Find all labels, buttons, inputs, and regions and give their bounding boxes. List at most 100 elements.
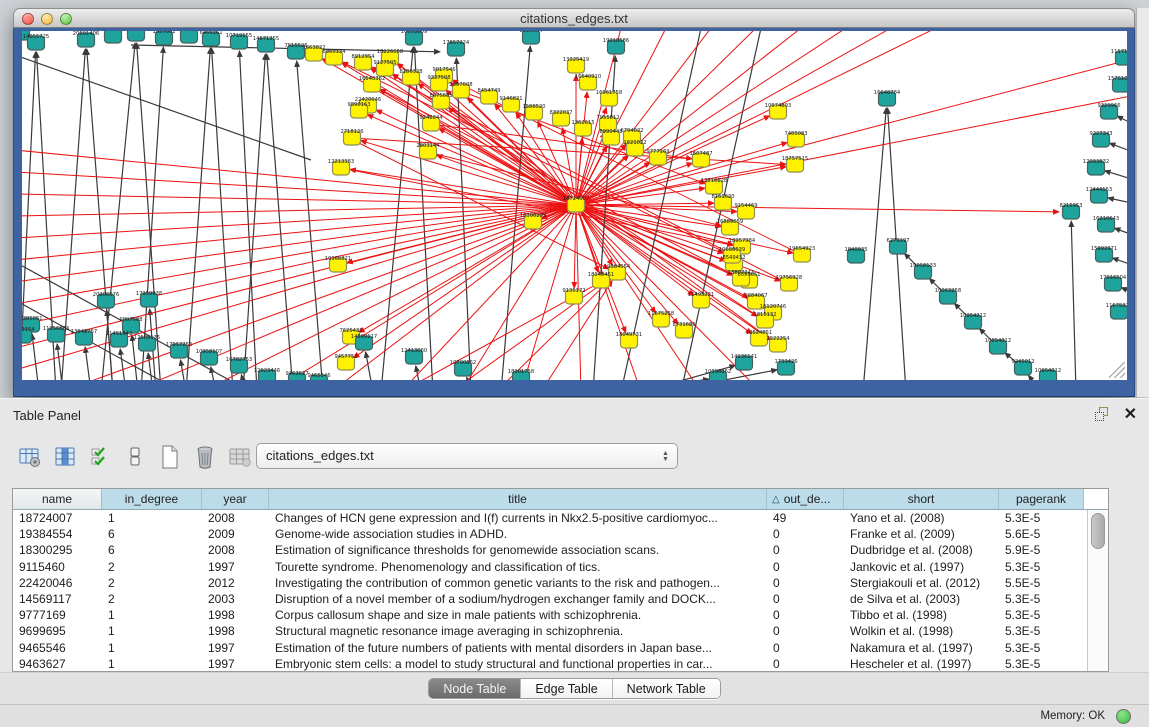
table-cell[interactable]: Structural magnetic resonance image aver… xyxy=(269,623,767,639)
table-cell[interactable]: 5.6E-5 xyxy=(999,526,1084,542)
column-header-in_degree[interactable]: in_degree xyxy=(102,489,202,509)
table-cell[interactable]: Changes of HCN gene expression and I(f) … xyxy=(269,510,767,526)
table-cell[interactable]: 5.3E-5 xyxy=(999,656,1084,672)
table-cell[interactable]: 18300295 xyxy=(13,542,102,558)
vertical-scrollbar[interactable] xyxy=(1087,510,1108,671)
table-cell[interactable]: Disruption of a novel member of a sodium… xyxy=(269,591,767,607)
column-header-out_de[interactable]: △out_de... xyxy=(767,489,844,509)
table-cell[interactable]: 2008 xyxy=(202,542,269,558)
table-cell[interactable]: 5.3E-5 xyxy=(999,607,1084,623)
table-cell[interactable]: 5.3E-5 xyxy=(999,591,1084,607)
column-header-year[interactable]: year xyxy=(202,489,269,509)
column-header-short[interactable]: short xyxy=(844,489,999,509)
table-cell[interactable]: 2 xyxy=(102,591,202,607)
table-cell[interactable]: 0 xyxy=(767,591,844,607)
table-cell[interactable]: 2009 xyxy=(202,526,269,542)
table-cell[interactable]: 0 xyxy=(767,656,844,672)
resize-grip-icon[interactable] xyxy=(1109,362,1125,378)
table-cell[interactable]: Investigating the contribution of common… xyxy=(269,575,767,591)
table-cell[interactable]: Stergiakouli et al. (2012) xyxy=(844,575,999,591)
table-cell[interactable]: 1998 xyxy=(202,623,269,639)
table-cell[interactable]: 5.9E-5 xyxy=(999,542,1084,558)
table-cell[interactable]: 5.3E-5 xyxy=(999,623,1084,639)
table-cell[interactable]: 14569117 xyxy=(13,591,102,607)
table-cell[interactable]: Franke et al. (2009) xyxy=(844,526,999,542)
table-cell[interactable]: de Silva et al. (2003) xyxy=(844,591,999,607)
checklist-icon[interactable] xyxy=(88,444,112,470)
new-document-icon[interactable] xyxy=(158,444,182,470)
table-cell[interactable]: Jankovic et al. (1997) xyxy=(844,559,999,575)
table-cell[interactable]: Embryonic stem cells: a model to study s… xyxy=(269,656,767,672)
table-row[interactable]: 946362711997Embryonic stem cells: a mode… xyxy=(13,656,1108,672)
table-row[interactable]: 1938455462009Genome-wide association stu… xyxy=(13,526,1108,542)
table-row[interactable]: 2242004622012Investigating the contribut… xyxy=(13,575,1108,591)
table-cell[interactable]: 1997 xyxy=(202,640,269,656)
table-row[interactable]: 969969511998Structural magnetic resonanc… xyxy=(13,623,1108,639)
column-header-pagerank[interactable]: pagerank xyxy=(999,489,1084,509)
table-cell[interactable]: Estimation of the future numbers of pati… xyxy=(269,640,767,656)
column-selector-icon[interactable] xyxy=(53,444,77,470)
table-cell[interactable]: 1 xyxy=(102,640,202,656)
table-cell[interactable]: 49 xyxy=(767,510,844,526)
table-cell[interactable]: 5.3E-5 xyxy=(999,559,1084,575)
table-cell[interactable]: 19384554 xyxy=(13,526,102,542)
table-cell[interactable]: 1 xyxy=(102,510,202,526)
table-cell[interactable]: 2 xyxy=(102,559,202,575)
scrollbar-thumb[interactable] xyxy=(1091,513,1105,549)
table-cell[interactable]: 0 xyxy=(767,542,844,558)
table-cell[interactable]: Yano et al. (2008) xyxy=(844,510,999,526)
table-cell[interactable]: Genome-wide association studies in ADHD. xyxy=(269,526,767,542)
table-cell[interactable]: 9465546 xyxy=(13,640,102,656)
table-cell[interactable]: 6 xyxy=(102,526,202,542)
table-cell[interactable]: 1 xyxy=(102,607,202,623)
table-cell[interactable]: 1997 xyxy=(202,656,269,672)
table-cell[interactable]: 1 xyxy=(102,623,202,639)
table-cell[interactable]: 1998 xyxy=(202,607,269,623)
table-cell[interactable]: 22420046 xyxy=(13,575,102,591)
window-titlebar[interactable]: citations_edges.txt xyxy=(13,8,1135,28)
table-cell[interactable]: 6 xyxy=(102,542,202,558)
table-cell[interactable]: 2012 xyxy=(202,575,269,591)
table-cell[interactable]: 9699695 xyxy=(13,623,102,639)
float-panel-icon[interactable] xyxy=(1095,407,1110,422)
table-cell[interactable]: 1 xyxy=(102,656,202,672)
tab-network-table[interactable]: Network Table xyxy=(613,679,720,698)
table-row[interactable]: 911546021997Tourette syndrome. Phenomeno… xyxy=(13,559,1108,575)
table-cell[interactable]: 5.3E-5 xyxy=(999,640,1084,656)
tab-edge-table[interactable]: Edge Table xyxy=(521,679,612,698)
table-cell[interactable]: 5.5E-5 xyxy=(999,575,1084,591)
table-cell[interactable]: Estimation of significance thresholds fo… xyxy=(269,542,767,558)
delete-table-icon[interactable] xyxy=(193,444,217,470)
table-cell[interactable]: 2 xyxy=(102,575,202,591)
table-row[interactable]: 946554611997Estimation of the future num… xyxy=(13,640,1108,656)
network-canvas[interactable]: 1872400788601248912954182260589127505818… xyxy=(22,31,1127,380)
table-row[interactable]: 1872400712008Changes of HCN gene express… xyxy=(13,510,1108,526)
table-cell[interactable]: 18724007 xyxy=(13,510,102,526)
table-cell[interactable]: Hescheler et al. (1997) xyxy=(844,656,999,672)
table-cell[interactable]: 9777169 xyxy=(13,607,102,623)
table-cell[interactable]: 2008 xyxy=(202,510,269,526)
table-row[interactable]: 1456911722003Disruption of a novel membe… xyxy=(13,591,1108,607)
table-cell[interactable]: 0 xyxy=(767,623,844,639)
table-cell[interactable]: 0 xyxy=(767,575,844,591)
rows-icon[interactable] xyxy=(123,444,147,470)
table-settings-icon[interactable] xyxy=(18,444,42,470)
column-header-title[interactable]: title xyxy=(269,489,767,509)
table-cell[interactable]: Wolkin et al. (1998) xyxy=(844,623,999,639)
table-cell[interactable]: 0 xyxy=(767,607,844,623)
table-cell[interactable]: 1997 xyxy=(202,559,269,575)
table-cell[interactable]: 0 xyxy=(767,559,844,575)
table-row[interactable]: 1830029562008Estimation of significance … xyxy=(13,542,1108,558)
table-cell[interactable]: Corpus callosum shape and size in male p… xyxy=(269,607,767,623)
tab-node-table[interactable]: Node Table xyxy=(429,679,521,698)
close-panel-icon[interactable]: ✕ xyxy=(1124,407,1137,422)
table-cell[interactable]: 0 xyxy=(767,526,844,542)
table-cell[interactable]: Tourette syndrome. Phenomenology and cla… xyxy=(269,559,767,575)
column-header-name[interactable]: name xyxy=(13,489,102,509)
citation-network-graph[interactable]: 1872400788601248912954182260589127505818… xyxy=(22,31,1127,380)
table-row[interactable]: 977716911998Corpus callosum shape and si… xyxy=(13,607,1108,623)
table-cell[interactable]: Dudbridge et al. (2008) xyxy=(844,542,999,558)
table-selector-dropdown[interactable]: citations_edges.txt ▲▼ xyxy=(256,443,678,469)
table-cell[interactable]: Nakamura et al. (1997) xyxy=(844,640,999,656)
table-cell[interactable]: 9463627 xyxy=(13,656,102,672)
